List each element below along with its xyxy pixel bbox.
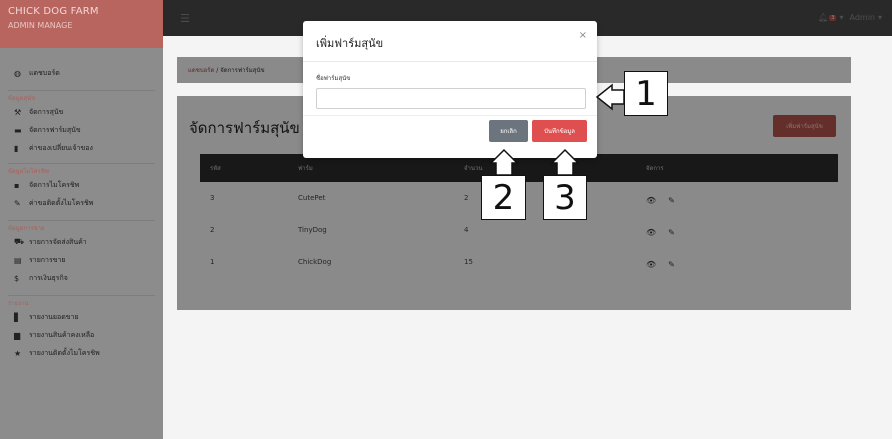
close-icon[interactable]: × [579,30,587,41]
divider [303,115,597,116]
farm-name-label: ชื่อฟาร์มสุนัข [316,75,351,82]
annotation-label-1: 1 [624,71,668,116]
annotation-label-3: 3 [543,175,587,220]
cancel-button[interactable]: ยกเลิก [489,120,528,142]
modal-title: เพิ่มฟาร์มสุนัข [316,37,384,50]
save-button[interactable]: บันทึกข้อมูล [532,120,587,142]
add-farm-modal: เพิ่มฟาร์มสุนัข × ชื่อฟาร์มสุนัข ยกเลิก … [303,21,597,158]
divider [303,61,597,62]
annotation-label-2: 2 [481,175,526,220]
farm-name-input[interactable] [316,88,586,109]
